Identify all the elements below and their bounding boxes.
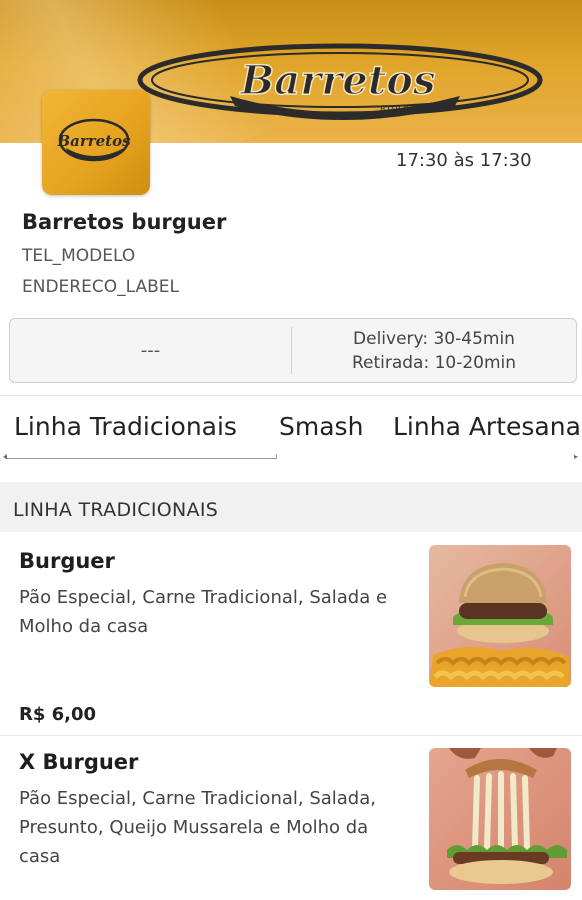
store-logo: Barretos bbox=[42, 90, 150, 195]
store-name: Barretos burguer bbox=[22, 210, 227, 234]
section-header: LINHA TRADICIONAIS bbox=[0, 482, 582, 532]
delivery-times: Delivery: 30-45min Retirada: 10-20min bbox=[292, 327, 576, 375]
delivery-time: Delivery: 30-45min bbox=[353, 329, 515, 349]
tab-linha-tradicionais[interactable]: Linha Tradicionais bbox=[14, 412, 237, 441]
tab-smash[interactable]: Smash bbox=[279, 412, 363, 441]
item-photo bbox=[429, 748, 571, 890]
store-logo-text: Barretos bbox=[56, 132, 131, 150]
tabs-scrollbar-thumb[interactable] bbox=[5, 454, 277, 459]
item-name: Burguer bbox=[19, 549, 115, 573]
pickup-time: Retirada: 10-20min bbox=[351, 353, 517, 373]
opening-hours: 17:30 às 17:30 bbox=[396, 150, 532, 171]
item-photo bbox=[429, 545, 571, 687]
scroll-left-icon[interactable]: ◂ bbox=[3, 452, 7, 461]
menu-item-x-burguer[interactable]: X Burguer Pão Especial, Carne Tradiciona… bbox=[0, 736, 582, 900]
item-name: X Burguer bbox=[19, 750, 139, 774]
scroll-right-icon[interactable]: ▸ bbox=[574, 452, 578, 461]
section-title: LINHA TRADICIONAIS bbox=[13, 499, 219, 521]
store-phone: TEL_MODELO bbox=[22, 246, 136, 266]
delivery-info-box: --- Delivery: 30-45min Retirada: 10-20mi… bbox=[9, 318, 577, 383]
banner-logo-text: Barretos bbox=[240, 57, 436, 104]
store-address: ENDERECO_LABEL bbox=[22, 277, 179, 297]
menu-item-burguer[interactable]: Burguer Pão Especial, Carne Tradicional,… bbox=[0, 532, 582, 735]
tab-linha-artesanais[interactable]: Linha Artesanais bbox=[393, 412, 582, 441]
item-description: Pão Especial, Carne Tradicional, Salada,… bbox=[19, 788, 376, 867]
item-description: Pão Especial, Carne Tradicional, Salada … bbox=[19, 587, 388, 637]
category-tabs[interactable]: Linha Tradicionais Smash Linha Artesanai… bbox=[0, 395, 582, 461]
store-status: --- bbox=[140, 340, 161, 361]
banner-logo-subtext: BURGUER bbox=[380, 105, 434, 114]
item-price: R$ 6,00 bbox=[19, 704, 97, 725]
